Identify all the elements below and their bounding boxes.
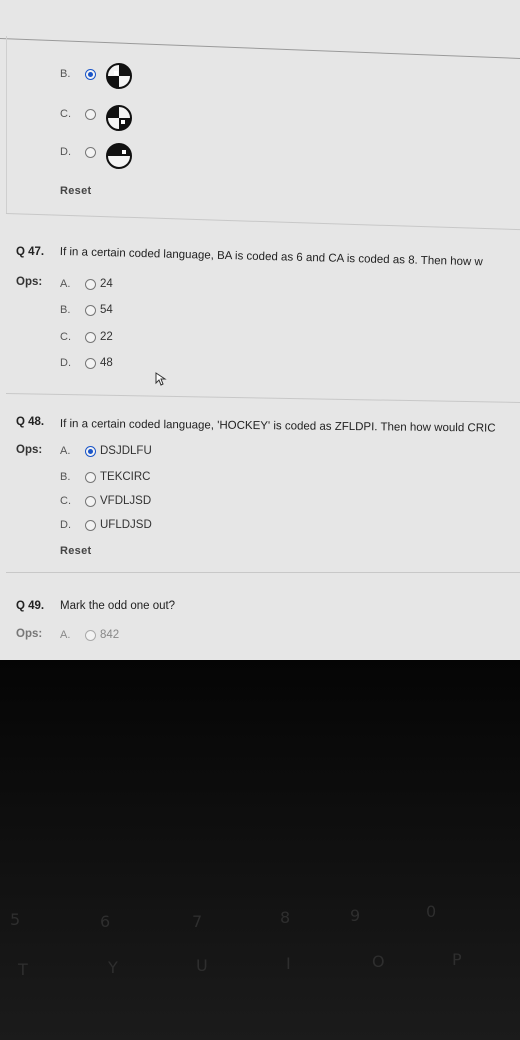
top-divider	[0, 38, 520, 61]
q48-question-text: If in a certain coded language, 'HOCKEY'…	[59, 418, 496, 435]
laptop-keyboard: 5 6 7 8 9 0 T Y U I O P	[0, 660, 520, 1040]
q47-divider	[5, 213, 520, 231]
key-0: 0	[426, 902, 437, 921]
q48-option-d-letter: D.	[60, 519, 71, 531]
q48-option-c-letter: C.	[60, 495, 71, 507]
q47-option-b-letter: B.	[60, 304, 71, 316]
key-8: 8	[280, 908, 291, 927]
q47-option-c-radio[interactable]	[85, 332, 96, 343]
q48-reset-button[interactable]: Reset	[60, 545, 91, 557]
q47-option-c-text: 22	[100, 331, 113, 343]
q48-divider	[5, 393, 520, 404]
q46-option-c-radio[interactable]	[85, 109, 96, 120]
q48-option-b-letter: B.	[60, 471, 71, 483]
key-5: 5	[10, 910, 21, 929]
key-7: 7	[192, 912, 203, 931]
key-i: I	[286, 954, 291, 973]
q47-option-b-radio[interactable]	[85, 305, 96, 316]
q49-option-a-radio[interactable]	[85, 630, 96, 641]
q48-option-a-letter: A.	[60, 445, 71, 457]
q49-option-a-text: 842	[100, 629, 120, 641]
exam-screen: B. C. D. Reset Q 47. If in a certain cod…	[0, 0, 520, 660]
q47-option-d-radio[interactable]	[85, 358, 96, 369]
q47-option-d-letter: D.	[60, 357, 71, 369]
q46-option-b-radio[interactable]	[85, 69, 96, 80]
q47-option-b-text: 54	[100, 304, 113, 316]
q48-option-a-radio[interactable]	[85, 446, 96, 457]
q46-option-c-figure	[106, 105, 132, 131]
q47-ops-label: Ops:	[16, 276, 43, 288]
key-y: Y	[108, 958, 118, 977]
key-t: T	[18, 960, 28, 979]
key-9: 9	[350, 906, 361, 925]
q46-option-c-letter: C.	[60, 108, 71, 120]
q46-option-d-figure	[106, 143, 132, 169]
q48-option-b-text: TEKCIRC	[100, 471, 151, 483]
q49-option-a-letter: A.	[60, 629, 71, 641]
q46-reset-button[interactable]: Reset	[60, 185, 91, 197]
q49-ops-label: Ops:	[16, 628, 43, 640]
left-border	[6, 36, 7, 214]
q48-option-a-text: DSJDLFU	[100, 445, 152, 457]
q49-question-text: Mark the odd one out?	[60, 600, 176, 612]
q47-option-a-radio[interactable]	[85, 279, 96, 290]
q48-option-b-radio[interactable]	[85, 472, 96, 483]
q46-option-b-letter: B.	[60, 68, 71, 80]
key-u: U	[196, 956, 208, 975]
q47-option-a-text: 24	[100, 278, 113, 290]
q47-option-d-text: 48	[100, 357, 113, 369]
q48-number: Q 48.	[16, 416, 45, 428]
key-p: P	[452, 950, 462, 969]
key-o: O	[372, 952, 385, 971]
q48-option-d-radio[interactable]	[85, 520, 96, 531]
q46-option-d-letter: D.	[60, 146, 71, 158]
q48-option-c-text: VFDLJSD	[100, 495, 152, 507]
q47-option-c-letter: C.	[60, 331, 71, 343]
mouse-cursor-icon	[155, 372, 167, 386]
q48-option-c-radio[interactable]	[85, 496, 96, 507]
q47-number: Q 47.	[16, 246, 45, 258]
q48-ops-label: Ops:	[16, 444, 43, 456]
q47-question-text: If in a certain coded language, BA is co…	[59, 246, 483, 269]
q48-option-d-text: UFLDJSD	[100, 519, 152, 531]
q49-number: Q 49.	[16, 600, 45, 612]
key-6: 6	[100, 912, 111, 931]
q47-option-a-letter: A.	[60, 278, 71, 290]
q49-divider	[6, 572, 520, 573]
q46-option-d-radio[interactable]	[85, 147, 96, 158]
q46-option-b-figure	[106, 63, 132, 89]
